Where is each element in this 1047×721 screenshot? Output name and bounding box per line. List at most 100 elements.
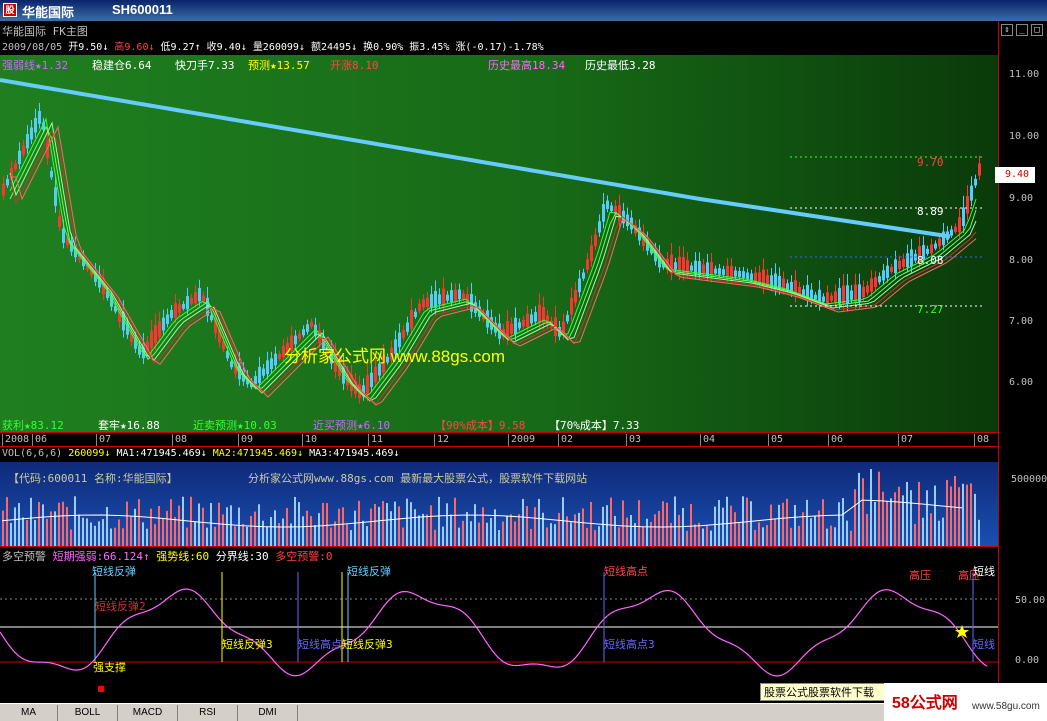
volume-bar <box>322 502 324 546</box>
volume-bar <box>946 479 948 546</box>
minimize-icon[interactable]: _ <box>1016 24 1028 36</box>
volume-bar <box>382 501 384 546</box>
pin-icon[interactable]: ⇕ <box>1001 24 1013 36</box>
volume-bar <box>726 496 728 546</box>
candle-body <box>366 375 369 395</box>
label-hist-high: 历史最高18.34 <box>488 59 566 72</box>
volume-bar <box>858 472 860 546</box>
volume-bar <box>694 524 696 546</box>
candle-body <box>34 117 37 133</box>
candle-body <box>814 294 817 300</box>
footer-ad[interactable]: 股票公式股票软件下载 <box>760 683 885 701</box>
volume-bar <box>630 514 632 546</box>
candle-body <box>958 217 961 233</box>
candle-body <box>266 360 269 375</box>
volume-bar <box>962 483 964 546</box>
volume-bar <box>78 514 80 546</box>
volume-bar <box>846 520 848 546</box>
candle-body <box>182 303 185 309</box>
volume-bar <box>378 506 380 546</box>
candle-body <box>586 259 589 270</box>
volume-bar <box>834 527 836 546</box>
volume-bar <box>430 505 432 546</box>
volume-bar <box>686 530 688 546</box>
volume-bar <box>822 499 824 546</box>
volume-bar <box>158 506 160 546</box>
volume-bar <box>886 501 888 546</box>
ann-short-2: 短线 <box>973 638 995 651</box>
ann-high-3: 短线高点3 <box>604 638 655 651</box>
candle-body <box>14 163 17 170</box>
candle-body <box>526 313 529 327</box>
site-logo[interactable]: 58公式网 www.58gu.com <box>884 683 1047 721</box>
volume-bar <box>542 512 544 546</box>
price-tick: 8.00 <box>1009 255 1034 266</box>
volume-bar <box>646 518 648 546</box>
volume-bar <box>194 521 196 546</box>
volume-bar <box>242 523 244 546</box>
volume-bar <box>254 511 256 546</box>
tab-ma[interactable]: MA <box>0 705 58 721</box>
candle-body <box>970 185 973 201</box>
volume-bar <box>538 498 540 546</box>
stock-code-label: 【代码:600011 名称:华能国际】 <box>8 472 178 485</box>
volume-bar <box>250 515 252 546</box>
volume-bar <box>766 525 768 546</box>
candle-body <box>262 368 265 376</box>
volume-bar <box>138 499 140 546</box>
tab-dmi[interactable]: DMI <box>238 705 298 721</box>
volume-bar <box>714 506 716 546</box>
volume-bar <box>918 481 920 546</box>
volume-bar <box>458 527 460 546</box>
candle-body <box>722 269 725 275</box>
label-trapped: 套牢★16.88 <box>98 419 160 432</box>
candle-body <box>786 283 789 290</box>
title-bar: 股 华能国际 SH600011 <box>0 0 1047 21</box>
tab-boll[interactable]: BOLL <box>58 705 118 721</box>
candle-body <box>834 291 837 303</box>
volume-bar <box>406 498 408 546</box>
candle-body <box>830 295 833 301</box>
volume-bar <box>454 497 456 546</box>
volume-bar <box>354 510 356 546</box>
candle-body <box>2 183 5 196</box>
candle-body <box>310 321 313 327</box>
ind-axis-0: 0.00 <box>1015 655 1040 666</box>
indicator-chart[interactable] <box>0 562 998 702</box>
volume-bar <box>438 496 440 546</box>
candle-body <box>410 310 413 329</box>
candle-body <box>430 294 433 308</box>
ann-rebound-3b: 短线反弹3 <box>342 638 393 651</box>
tab-macd[interactable]: MACD <box>118 705 178 721</box>
volume-bar <box>602 506 604 546</box>
tab-rsi[interactable]: RSI <box>178 705 238 721</box>
volume-bar <box>582 508 584 546</box>
candle-body <box>158 321 161 337</box>
volume-bar <box>2 510 4 546</box>
price-tick: 11.00 <box>1009 69 1040 80</box>
price-chart[interactable] <box>0 55 998 432</box>
restore-icon[interactable]: □ <box>1031 24 1043 36</box>
label-cost90: 【90%成本】9.58 <box>435 419 526 432</box>
time-tick: 10 <box>302 434 317 446</box>
volume-bar <box>130 516 132 546</box>
candle-body <box>730 265 733 279</box>
ann-rebound-2: 短线反弹2 <box>95 600 146 613</box>
candle-body <box>890 266 893 272</box>
volume-bar <box>102 519 104 546</box>
candle-body <box>938 238 941 247</box>
volume-bar <box>974 493 976 546</box>
candle-body <box>422 299 425 308</box>
volume-bar <box>38 501 40 546</box>
volume-bar <box>782 502 784 546</box>
volume-bar <box>586 527 588 546</box>
candle-body <box>570 297 573 315</box>
volume-bar <box>902 495 904 546</box>
volume-bar <box>446 503 448 546</box>
volume-bar <box>622 500 624 546</box>
candle-body <box>6 178 9 186</box>
candle-body <box>902 258 905 268</box>
candle-body <box>966 196 969 214</box>
volume-bar <box>806 499 808 546</box>
volume-bar <box>270 517 272 546</box>
